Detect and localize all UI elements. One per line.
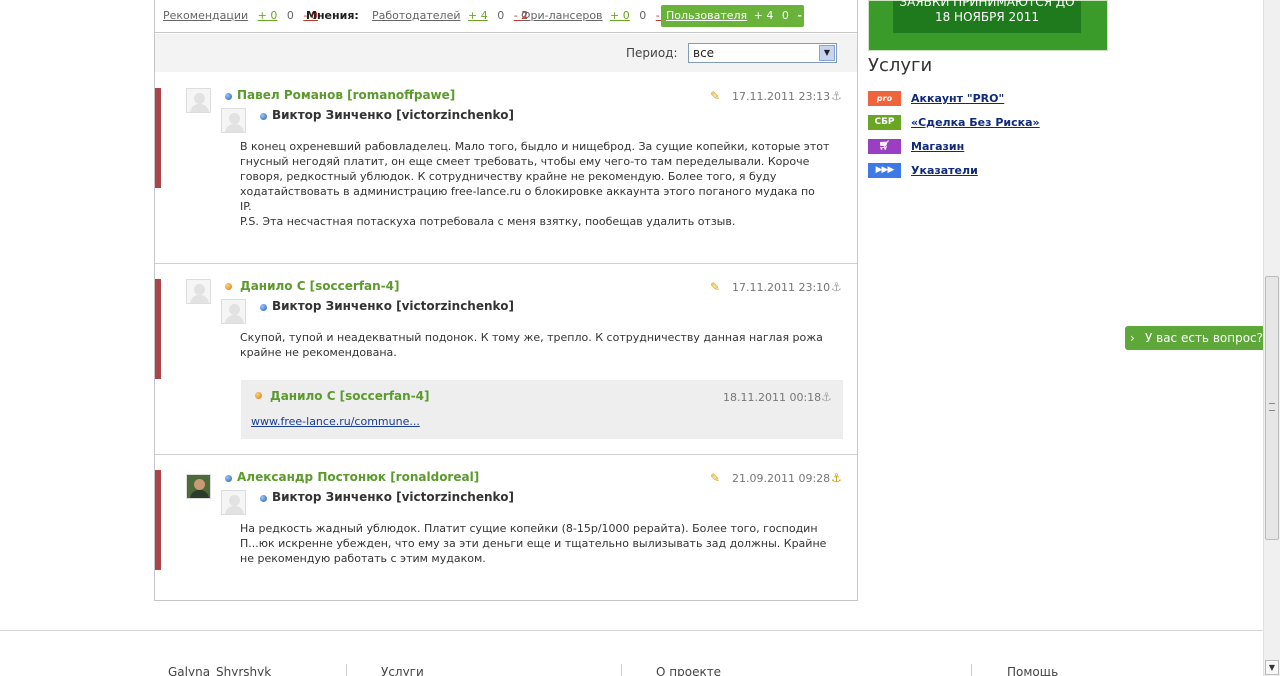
user-status-icon — [260, 495, 267, 502]
anchor-icon[interactable]: ⚓ — [831, 281, 843, 293]
user-status-icon — [255, 392, 262, 399]
footer-divider — [0, 630, 1263, 631]
user-status-icon — [260, 113, 267, 120]
footer-help[interactable]: Помощь — [1007, 665, 1058, 676]
promo-line-1: ЗАЯВКИ ПРИНИМАЮТСЯ ДО — [899, 0, 1075, 9]
filter-employers-label[interactable]: Работодателей — [372, 9, 461, 22]
page: Рекомендации + 0 0 - 0 Мнения: Работодат… — [0, 0, 1280, 676]
chevron-down-icon[interactable]: ▼ — [819, 45, 835, 61]
recommendations-neutral-count: 0 — [286, 9, 294, 22]
filter-users-active[interactable]: Пользователя + 4 0 - 3 — [661, 5, 813, 27]
user-status-icon — [260, 304, 267, 311]
recommendations-positive-count[interactable]: + 0 — [258, 9, 278, 22]
scrollbar-thumb[interactable] — [1265, 276, 1279, 540]
anchor-icon[interactable]: ⚓ — [831, 472, 843, 484]
opinion-entry: Александр Постонюк [ronaldoreal] ✎ 21.09… — [155, 455, 857, 600]
opinion-text: На редкость жадный ублюдок. Платит сущие… — [240, 522, 827, 565]
reply-box: Данило С [soccerfan-4] 18.11.2011 00:18 … — [241, 380, 843, 439]
avatar[interactable] — [221, 299, 246, 324]
opinion-date: 17.11.2011 23:13 — [732, 90, 831, 103]
employers-neutral-count: 0 — [497, 9, 505, 22]
avatar[interactable] — [186, 279, 211, 304]
negative-marker — [155, 279, 161, 379]
reply-link[interactable]: www.free-lance.ru/commune... — [251, 415, 420, 428]
opinion-author[interactable]: Данило С [soccerfan-4] — [240, 279, 400, 293]
avatar[interactable] — [186, 88, 211, 113]
employers-positive-count[interactable]: + 4 — [468, 9, 488, 22]
avatar[interactable] — [221, 490, 246, 515]
opinion-author[interactable]: Павел Романов [romanoffpawe] — [237, 88, 455, 102]
service-shop-link[interactable]: Магазин — [911, 140, 964, 153]
opinion-date: 21.09.2011 09:28 — [732, 472, 831, 485]
user-status-icon — [225, 93, 232, 100]
pencil-icon[interactable]: ✎ — [710, 281, 722, 293]
filter-recommendations[interactable]: Рекомендации + 0 0 - 0 — [163, 9, 318, 23]
footer-user[interactable]: Galyna_Shyrshyk — [168, 665, 271, 676]
scroll-down-arrow-icon[interactable]: ▼ — [1265, 660, 1279, 675]
opinion-text: Скупой, тупой и неадекватный подонок. К … — [240, 331, 823, 359]
filter-users-label[interactable]: Пользователя — [666, 9, 747, 22]
filter-freelancers[interactable]: Фри-лансеров + 0 0 - 0 — [521, 9, 670, 23]
reply-date: 18.11.2011 00:18 — [723, 391, 822, 404]
user-status-icon — [225, 283, 232, 290]
scrollbar-grip-icon — [1269, 403, 1275, 411]
sbr-badge-icon: СБР — [868, 115, 901, 130]
footer-about[interactable]: О проекте — [656, 665, 721, 676]
opinion-target[interactable]: Виктор Зинченко [victorzinchenko] — [272, 108, 514, 122]
anchor-icon[interactable]: ⚓ — [821, 391, 833, 403]
opinion-postscript: P.S. Эта несчастная потаскуха потребовал… — [240, 215, 736, 228]
footer-separator — [971, 664, 972, 676]
filter-freelancers-label[interactable]: Фри-лансеров — [521, 9, 603, 22]
users-neutral-count: 0 — [781, 9, 789, 22]
service-sbr-link[interactable]: «Сделка Без Риска» — [911, 116, 1040, 129]
opinion-author[interactable]: Александр Постонюк [ronaldoreal] — [237, 470, 479, 484]
service-pro-link[interactable]: Аккаунт "PRO" — [911, 92, 1004, 105]
question-tab[interactable]: У вас есть вопрос? — [1125, 326, 1263, 350]
opinions-panel: Рекомендации + 0 0 - 0 Мнения: Работодат… — [154, 0, 858, 601]
opinions-label: Мнения: — [306, 9, 359, 22]
opinion-entry: Данило С [soccerfan-4] ✎ 17.11.2011 23:1… — [155, 264, 857, 455]
pencil-icon[interactable]: ✎ — [710, 90, 722, 102]
arrows-icon: ▶▶▶ — [868, 163, 901, 178]
period-select[interactable]: все ▼ — [688, 43, 837, 63]
cart-icon: 🛒︎ — [868, 139, 901, 154]
services-title: Услуги — [868, 55, 933, 76]
promo-text: ЗАЯВКИ ПРИНИМАЮТСЯ ДО 18 НОЯБРЯ 2011 — [893, 0, 1081, 33]
footer-separator — [346, 664, 347, 676]
avatar[interactable] — [186, 474, 211, 499]
footer-services[interactable]: Услуги — [381, 665, 424, 676]
opinion-target[interactable]: Виктор Зинченко [victorzinchenko] — [272, 490, 514, 504]
user-status-icon — [225, 475, 232, 482]
avatar[interactable] — [221, 108, 246, 133]
period-select-value: все — [693, 46, 715, 60]
opinions-filter-bar: Рекомендации + 0 0 - 0 Мнения: Работодат… — [155, 0, 857, 33]
filter-recommendations-label[interactable]: Рекомендации — [163, 9, 248, 22]
anchor-icon[interactable]: ⚓ — [831, 90, 843, 102]
period-label: Период: — [626, 46, 678, 60]
period-row: Период: все ▼ — [155, 34, 857, 72]
service-pointers-link[interactable]: Указатели — [911, 164, 978, 177]
promo-banner[interactable]: ЗАЯВКИ ПРИНИМАЮТСЯ ДО 18 НОЯБРЯ 2011 — [868, 0, 1108, 51]
opinion-date: 17.11.2011 23:10 — [732, 281, 831, 294]
users-negative-count[interactable]: - 3 — [797, 9, 813, 22]
users-positive-count[interactable]: + 4 — [754, 9, 774, 22]
freelancers-neutral-count: 0 — [639, 9, 647, 22]
filter-employers[interactable]: Работодателей + 4 0 - 2 — [372, 9, 528, 23]
reply-author[interactable]: Данило С [soccerfan-4] — [270, 389, 430, 403]
opinion-entry: Павел Романов [romanoffpawe] ✎ 17.11.201… — [155, 72, 857, 264]
opinion-text: В конец охреневший рабовладелец. Мало то… — [240, 140, 830, 213]
pencil-icon[interactable]: ✎ — [710, 472, 722, 484]
opinion-target[interactable]: Виктор Зинченко [victorzinchenko] — [272, 299, 514, 313]
pro-badge-icon: PRO — [868, 91, 901, 106]
footer-separator — [621, 664, 622, 676]
freelancers-positive-count[interactable]: + 0 — [610, 9, 630, 22]
negative-marker — [155, 470, 161, 570]
negative-marker — [155, 88, 161, 188]
vertical-scrollbar[interactable]: ▼ — [1263, 0, 1280, 676]
promo-line-2: 18 НОЯБРЯ 2011 — [934, 10, 1040, 24]
